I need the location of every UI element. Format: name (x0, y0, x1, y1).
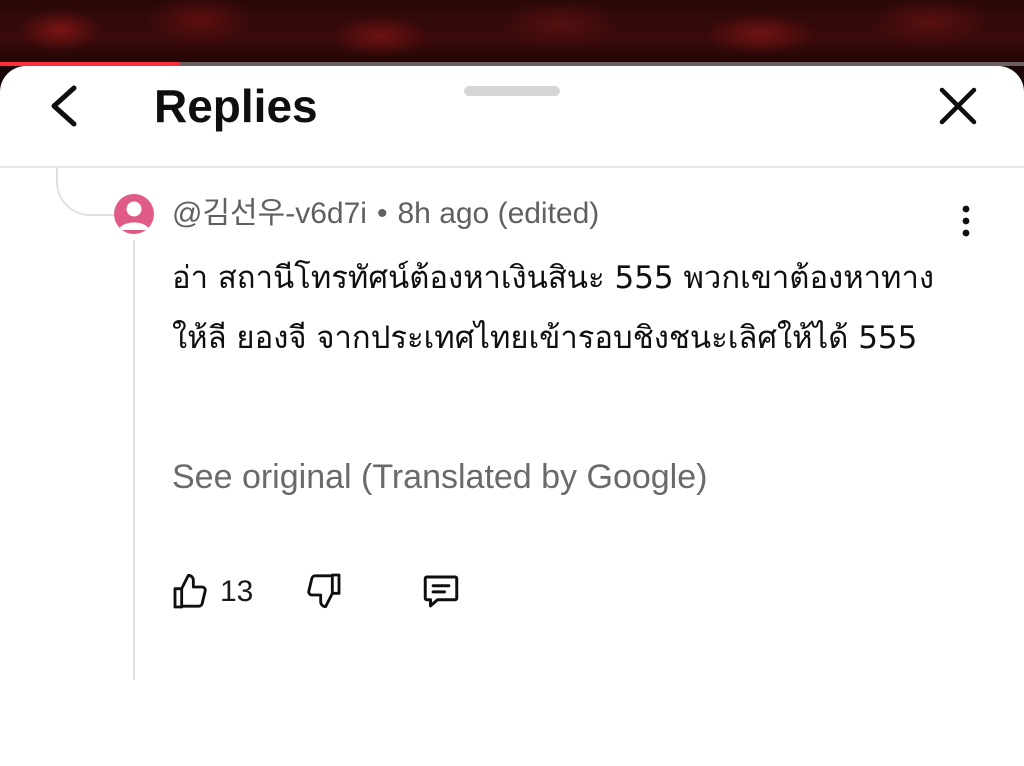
close-button[interactable] (930, 78, 986, 134)
reply-button[interactable] (420, 570, 464, 614)
header-divider (0, 166, 1024, 168)
comment-meta: @김선우-v6d7i • 8h ago (edited) (172, 196, 599, 232)
more-options-button[interactable] (948, 200, 984, 246)
thumbs-up-icon (173, 573, 207, 609)
default-avatar-icon (119, 201, 149, 230)
page-title: Replies (154, 80, 318, 132)
meta-separator: • (376, 197, 388, 230)
see-original-link[interactable]: See original (Translated by Google) (172, 456, 707, 498)
close-icon (939, 87, 977, 125)
dislike-button[interactable] (304, 570, 348, 614)
more-vert-icon (962, 205, 970, 237)
comment-timestamp: 8h ago (edited) (397, 197, 600, 230)
chevron-left-icon (51, 85, 77, 127)
thread-line (133, 240, 135, 680)
back-button[interactable] (36, 78, 92, 134)
comment-text: อ่า สถานีโทรทัศน์ต้องหาเงินสินะ 555 พวกเ… (172, 260, 935, 356)
comment-author[interactable]: @김선우-v6d7i (172, 197, 367, 230)
replies-panel (0, 66, 1024, 766)
video-player-background (0, 0, 1024, 66)
comment-icon (423, 575, 459, 608)
avatar[interactable] (114, 194, 154, 234)
thumbs-down-icon (307, 573, 341, 609)
like-count: 13 (220, 575, 254, 608)
drag-handle[interactable] (464, 86, 560, 96)
like-button[interactable]: 13 (170, 570, 253, 614)
